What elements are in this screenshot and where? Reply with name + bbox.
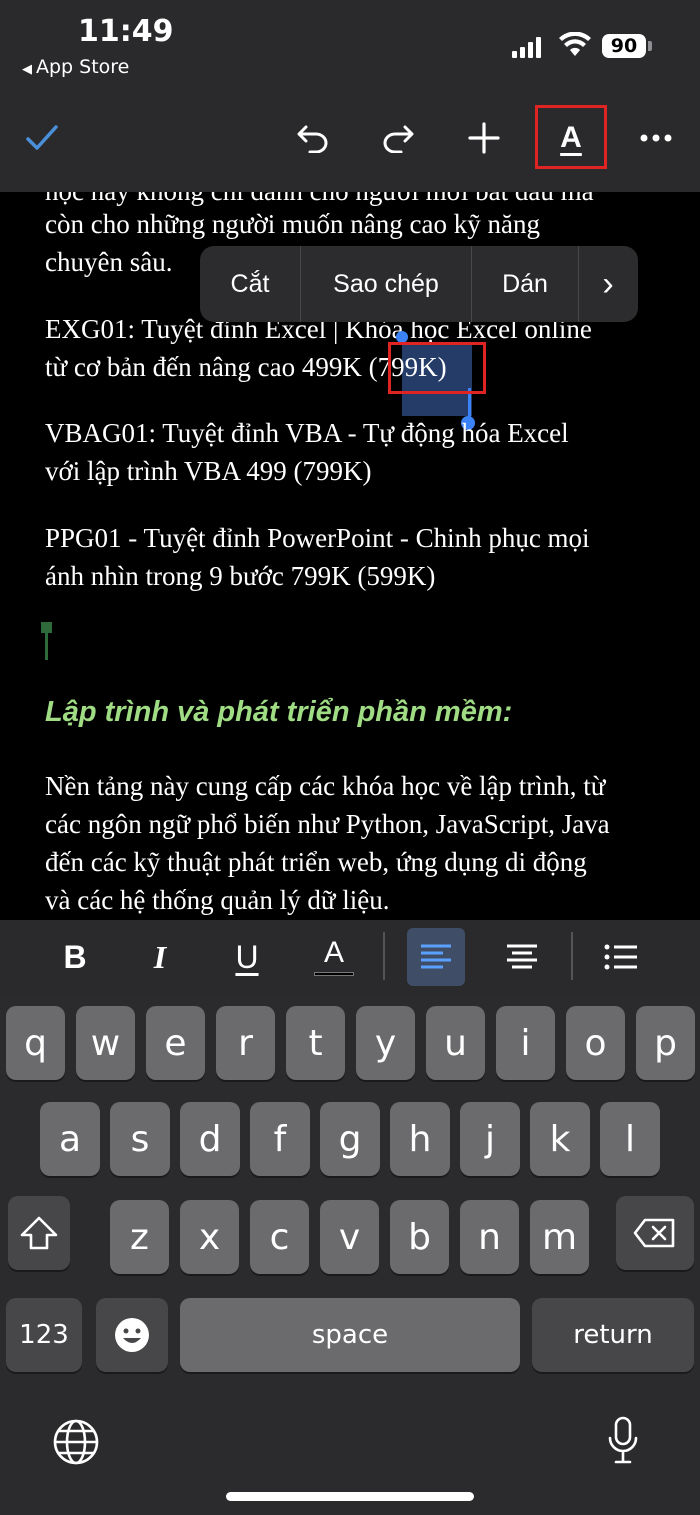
key-t[interactable]: t (286, 1006, 345, 1080)
para-line: Nền tảng này cung cấp các khóa học về lậ… (45, 771, 606, 801)
key-j[interactable]: j (460, 1102, 520, 1176)
microphone-icon[interactable] (606, 1416, 640, 1466)
key-h[interactable]: h (390, 1102, 450, 1176)
status-time: 11:49 (78, 14, 174, 49)
delete-key[interactable] (616, 1196, 694, 1270)
key-c[interactable]: c (250, 1200, 309, 1274)
insert-button[interactable] (454, 110, 514, 166)
align-center-icon (507, 944, 537, 969)
text-color-label: A (323, 936, 344, 969)
key-e[interactable]: e (146, 1006, 205, 1080)
plus-icon (468, 122, 500, 154)
para-line: các ngôn ngữ phổ biến như Python, JavaSc… (45, 809, 610, 839)
para-line: và các hệ thống quản lý dữ liệu. (45, 885, 390, 915)
key-m[interactable]: m (530, 1200, 589, 1274)
bullet-list-button[interactable] (592, 928, 650, 986)
emoji-icon (115, 1318, 149, 1352)
bold-button[interactable]: B (46, 928, 104, 986)
status-bar: 11:49 ◀ App Store 90 (0, 0, 700, 90)
globe-icon[interactable] (52, 1418, 100, 1466)
vba-line: với lập trình VBA 499 (799K) (45, 456, 372, 486)
key-f[interactable]: f (250, 1102, 310, 1176)
ppg-line: PPG01 - Tuyệt đỉnh PowerPoint - Chinh ph… (45, 523, 590, 553)
align-left-icon (421, 944, 451, 969)
key-k[interactable]: k (530, 1102, 590, 1176)
key-b[interactable]: b (390, 1200, 449, 1274)
key-w[interactable]: w (76, 1006, 135, 1080)
shift-icon (20, 1216, 58, 1250)
more-button[interactable] (626, 110, 686, 166)
redo-icon (383, 125, 414, 153)
back-app-label: App Store (36, 56, 130, 78)
space-key[interactable]: space (180, 1298, 520, 1372)
key-v[interactable]: v (320, 1200, 379, 1274)
undo-button[interactable] (283, 110, 343, 166)
key-l[interactable]: l (600, 1102, 660, 1176)
battery-tip (648, 41, 652, 51)
format-divider (383, 932, 385, 980)
key-i[interactable]: i (496, 1006, 555, 1080)
key-n[interactable]: n (460, 1200, 519, 1274)
done-button[interactable] (12, 110, 72, 166)
key-g[interactable]: g (320, 1102, 380, 1176)
exg-line-2: từ cơ bản đến nâng cao 499K (799K) (45, 348, 665, 386)
undo-icon (297, 125, 328, 153)
onscreen-keyboard: qwertyuiop asdfghjkl zxcvbnm 123 space r… (0, 994, 700, 1515)
format-button-highlight (535, 105, 607, 169)
section-heading: Lập trình và phát triển phần mềm: (45, 696, 513, 728)
back-to-app-store[interactable]: ◀ App Store (22, 56, 129, 78)
key-z[interactable]: z (110, 1200, 169, 1274)
para-line: đến các kỹ thuật phát triển web, ứng dụn… (45, 847, 587, 877)
paste-menu-item[interactable]: Dán (472, 246, 578, 322)
vba-line: VBAG01: Tuyệt đỉnh VBA - Tự động hóa Exc… (45, 418, 569, 448)
return-key[interactable]: return (532, 1298, 694, 1372)
backspace-icon (633, 1218, 675, 1248)
bullet-list-icon (604, 944, 637, 970)
italic-button[interactable]: I (131, 928, 189, 986)
key-u[interactable]: u (426, 1006, 485, 1080)
align-left-button[interactable] (407, 928, 465, 986)
edit-context-menu: Cắt Sao chép Dán › (200, 246, 638, 322)
back-triangle-icon: ◀ (22, 62, 32, 77)
color-swatch (314, 972, 354, 976)
copy-menu-item[interactable]: Sao chép (301, 246, 471, 322)
exg-text: từ cơ bản đến nâng cao 499K (45, 352, 369, 382)
doc-line: còn cho những người muốn nâng cao kỹ năn… (45, 209, 540, 239)
ellipsis-icon (640, 134, 672, 142)
key-d[interactable]: d (180, 1102, 240, 1176)
emoji-key[interactable] (96, 1298, 168, 1372)
key-s[interactable]: s (110, 1102, 170, 1176)
shift-key[interactable] (8, 1196, 70, 1270)
key-a[interactable]: a (40, 1102, 100, 1176)
text-color-button[interactable]: A (305, 928, 363, 986)
wifi-icon (559, 32, 591, 56)
key-p[interactable]: p (636, 1006, 695, 1080)
ppg-line: ánh nhìn trong 9 bước 799K (599K) (45, 561, 436, 591)
text-cursor-knob (41, 622, 52, 633)
key-x[interactable]: x (180, 1200, 239, 1274)
key-q[interactable]: q (6, 1006, 65, 1080)
format-divider (571, 932, 573, 980)
format-bar: B I U A (0, 920, 700, 994)
cellular-signal-icon (512, 36, 542, 58)
selection-highlight-box (388, 342, 486, 394)
cut-menu-item[interactable]: Cắt (200, 246, 300, 322)
key-r[interactable]: r (216, 1006, 275, 1080)
checkmark-icon (26, 125, 58, 150)
underline-button[interactable]: U (218, 928, 276, 986)
battery-indicator: 90 (602, 34, 646, 58)
more-menu-item[interactable]: › (579, 246, 637, 322)
align-center-button[interactable] (493, 928, 551, 986)
redo-button[interactable] (368, 110, 428, 166)
home-indicator (226, 1492, 474, 1501)
numbers-key[interactable]: 123 (6, 1298, 82, 1372)
key-o[interactable]: o (566, 1006, 625, 1080)
key-y[interactable]: y (356, 1006, 415, 1080)
